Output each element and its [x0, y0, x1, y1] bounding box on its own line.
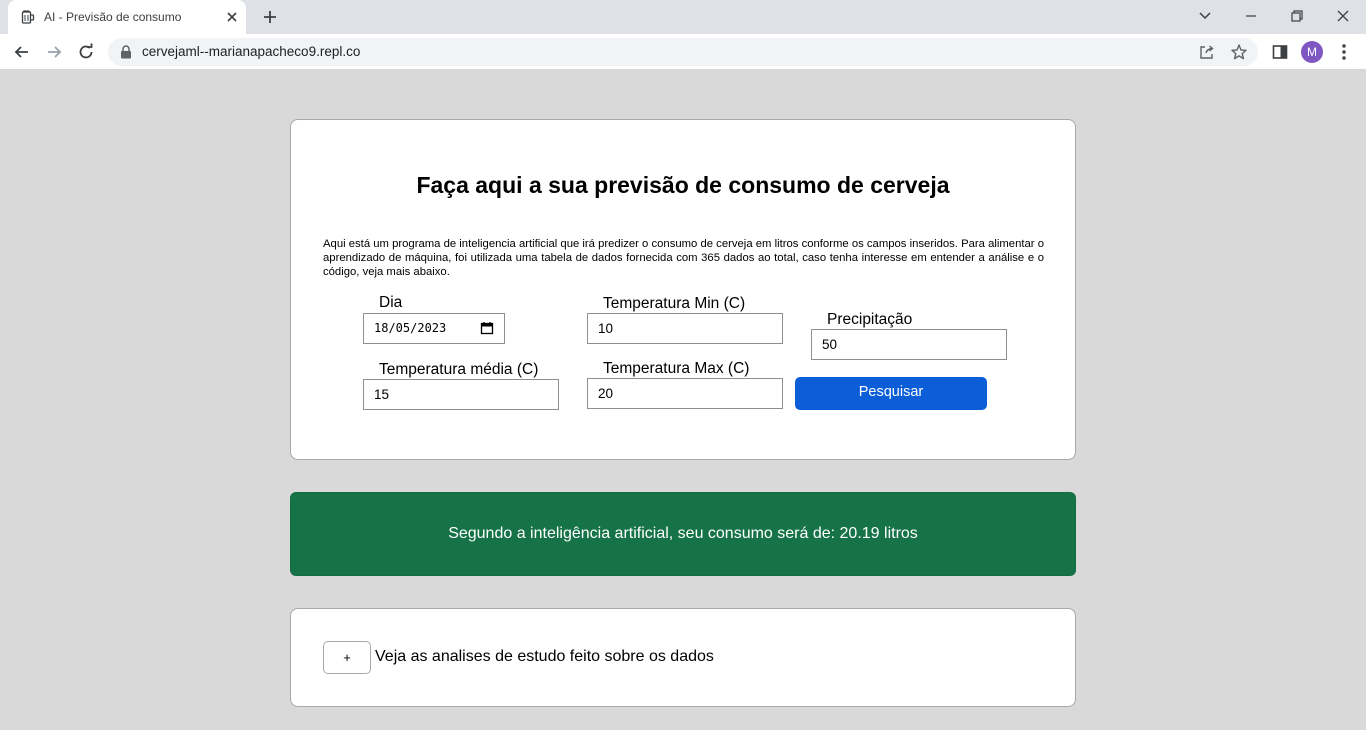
kebab-menu-icon[interactable]: [1336, 42, 1352, 62]
close-icon[interactable]: [224, 9, 240, 25]
reload-icon[interactable]: [76, 42, 96, 62]
share-icon[interactable]: [1198, 43, 1216, 61]
temp-max-label: Temperatura Max (C): [603, 360, 750, 377]
search-button[interactable]: Pesquisar: [795, 377, 987, 410]
calendar-icon[interactable]: [480, 321, 494, 335]
dia-value: 18/05/2023: [374, 321, 447, 335]
dia-date-input[interactable]: 18/05/2023: [363, 313, 505, 344]
minimize-icon[interactable]: [1241, 6, 1261, 26]
browser-toolbar: cervejaml--marianapacheco9.repl.co M: [0, 34, 1366, 70]
analysis-card: + Veja as analises de estudo feito sobre…: [290, 608, 1076, 707]
temp-max-input[interactable]: 20: [587, 378, 783, 409]
temp-media-label: Temperatura média (C): [379, 361, 539, 378]
precipitacao-input[interactable]: 50: [811, 329, 1007, 360]
temp-min-input[interactable]: 10: [587, 313, 783, 344]
chevron-down-icon[interactable]: [1195, 6, 1215, 26]
close-window-icon[interactable]: [1333, 6, 1353, 26]
temp-media-input[interactable]: 15: [363, 379, 559, 410]
star-icon[interactable]: [1230, 43, 1248, 61]
dia-label: Dia: [379, 294, 403, 311]
restore-icon[interactable]: [1287, 6, 1307, 26]
plus-icon[interactable]: [261, 8, 279, 26]
forward-icon[interactable]: [44, 42, 64, 62]
url-text[interactable]: cervejaml--marianapacheco9.repl.co: [142, 44, 360, 59]
address-bar[interactable]: cervejaml--marianapacheco9.repl.co: [108, 38, 1258, 66]
prediction-form-card: Faça aqui a sua previsão de consumo de c…: [290, 119, 1076, 460]
temp-min-label: Temperatura Min (C): [603, 295, 746, 312]
back-icon[interactable]: [12, 42, 32, 62]
result-text: Segundo a inteligência artificial, seu c…: [448, 525, 918, 542]
browser-tab[interactable]: AI - Previsão de consumo: [8, 0, 246, 34]
precipitacao-label: Precipitação: [827, 311, 913, 328]
page-title: Faça aqui a sua previsão de consumo de c…: [416, 172, 950, 198]
expand-analysis-button[interactable]: +: [323, 641, 371, 674]
lock-icon[interactable]: [120, 45, 132, 59]
side-panel-icon[interactable]: [1270, 42, 1290, 62]
tab-strip: AI - Previsão de consumo: [0, 0, 1366, 34]
result-alert: Segundo a inteligência artificial, seu c…: [290, 492, 1076, 576]
beer-mug-icon: [21, 10, 35, 24]
avatar[interactable]: M: [1301, 41, 1323, 63]
intro-text: Aqui está um programa de inteligencia ar…: [323, 238, 1044, 278]
analysis-label: Veja as analises de estudo feito sobre o…: [375, 648, 714, 665]
tab-title: AI - Previsão de consumo: [44, 10, 182, 24]
